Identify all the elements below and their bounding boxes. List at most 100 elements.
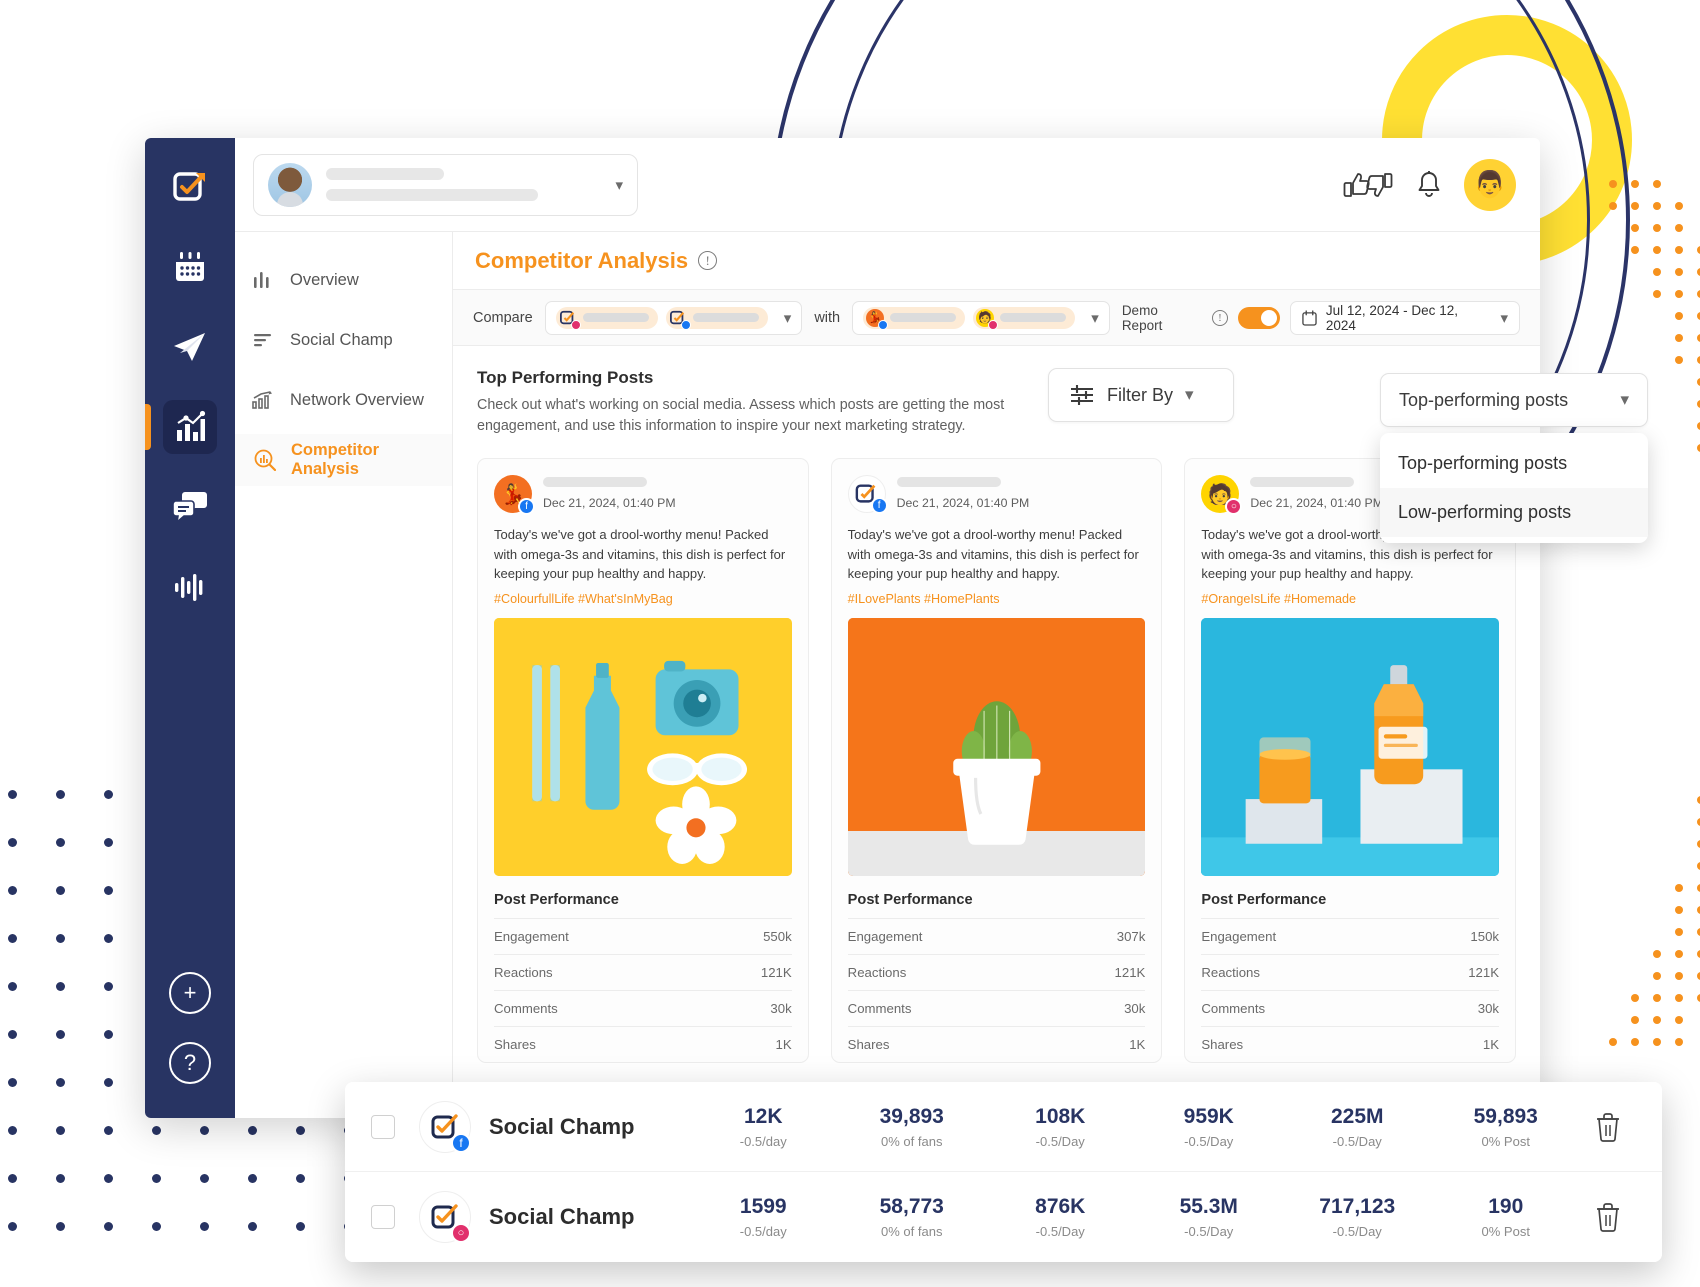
metric-sub: -0.5/Day bbox=[1184, 1133, 1234, 1149]
paper-plane-icon[interactable] bbox=[163, 320, 217, 374]
post-hashtags: #OrangeIsLife #Homemade bbox=[1201, 591, 1357, 606]
notification-bell-icon[interactable] bbox=[1416, 170, 1442, 200]
compare-left-select[interactable]: ▾ bbox=[544, 300, 803, 335]
instagram-badge-icon bbox=[570, 319, 581, 330]
sidebar-item-overview[interactable]: Overview bbox=[235, 254, 452, 306]
table-row[interactable]: f Social Champ 12K -0.5/day 39,893 0% of… bbox=[345, 1082, 1662, 1172]
add-button[interactable]: + bbox=[169, 972, 211, 1014]
metric-value: 55.3M bbox=[1179, 1195, 1238, 1218]
sort-option-low-performing[interactable]: Low-performing posts bbox=[1380, 488, 1648, 537]
account-selector[interactable]: ▾ bbox=[253, 153, 638, 216]
metric-value: 58,773 bbox=[879, 1195, 944, 1218]
competitor-chip[interactable] bbox=[665, 306, 768, 330]
filter-sliders-icon bbox=[1071, 385, 1093, 405]
chip-avatar: 🧑 bbox=[976, 308, 999, 330]
chip-name-placeholder bbox=[890, 313, 957, 322]
primary-icon-rail: + ? bbox=[145, 138, 235, 1118]
chevron-down-icon: ▾ bbox=[1620, 390, 1629, 409]
post-performance-title: Post Performance bbox=[1201, 891, 1327, 908]
post-date: Dec 21, 2024, 01:40 PM bbox=[896, 495, 1030, 510]
audio-waveform-icon[interactable] bbox=[163, 560, 217, 614]
metric-label: Reactions bbox=[494, 964, 553, 980]
metric-value: 1599 bbox=[739, 1195, 787, 1218]
metric-cell: 12K -0.5/day bbox=[689, 1105, 838, 1149]
chip-name-placeholder bbox=[692, 313, 759, 322]
info-icon[interactable]: ! bbox=[1211, 309, 1228, 326]
post-header: f Dec 21, 2024, 01:40 PM bbox=[847, 475, 1146, 515]
metric-label: Comments bbox=[1201, 1000, 1266, 1016]
info-icon[interactable]: ! bbox=[698, 251, 718, 270]
post-header: 💃 f Dec 21, 2024, 01:40 PM bbox=[494, 475, 792, 516]
metric-sub: -0.5/Day bbox=[1035, 1133, 1085, 1149]
section-header: Top Performing Posts Check out what's wo… bbox=[477, 368, 1516, 436]
demo-report-control: Demo Report ! Jul 12, 2024 - Dec 12, 202… bbox=[1122, 300, 1520, 335]
thumbs-up-down-icon[interactable] bbox=[1342, 171, 1394, 199]
metric-sub: -0.5/day bbox=[739, 1224, 787, 1239]
chip-avatar bbox=[559, 309, 581, 330]
metric-value: 1K bbox=[775, 1036, 792, 1052]
post-image bbox=[494, 617, 792, 876]
sort-selected-value: Top-performing posts bbox=[1399, 389, 1569, 410]
main-body: Top Performing Posts Check out what's wo… bbox=[453, 346, 1540, 1118]
analytics-chart-icon[interactable] bbox=[145, 400, 217, 454]
help-button[interactable]: ? bbox=[169, 1042, 211, 1084]
date-range-picker[interactable]: Jul 12, 2024 - Dec 12, 2024 ▾ bbox=[1289, 300, 1520, 335]
metric-row: Shares 1K bbox=[847, 1025, 1146, 1062]
post-text: Today's we've got a drool-worthy menu! P… bbox=[494, 527, 786, 582]
calendar-icon[interactable] bbox=[163, 240, 217, 294]
post-meta: Dec 21, 2024, 01:40 PM bbox=[543, 476, 792, 512]
metric-value: 876K bbox=[1035, 1195, 1086, 1218]
sidebar-item-social-champ[interactable]: Social Champ bbox=[235, 314, 452, 366]
competitor-chip[interactable]: 🧑 bbox=[973, 306, 1076, 330]
sidebar-item-network-overview[interactable]: Network Overview bbox=[235, 374, 452, 426]
top-bar-actions: 👨 bbox=[1342, 158, 1516, 211]
metric-label: Comments bbox=[847, 1000, 912, 1016]
section-description: Check out what's working on social media… bbox=[477, 397, 1005, 434]
sidebar-item-competitor-analysis[interactable]: Competitor Analysis bbox=[235, 434, 452, 486]
metric-sub: -0.5/Day bbox=[1332, 1224, 1382, 1239]
user-avatar[interactable]: 👨 bbox=[1464, 158, 1516, 211]
sort-dropdown-button[interactable]: Top-performing posts ▾ bbox=[1380, 373, 1648, 427]
competitor-comparison-table: f Social Champ 12K -0.5/day 39,893 0% of… bbox=[345, 1082, 1662, 1262]
metric-value: 108K bbox=[1035, 1104, 1086, 1128]
post-card[interactable]: 🧑 ○ Dec 21, 2024, 01:40 PM Today's we've… bbox=[1184, 458, 1517, 1063]
compare-right-select[interactable]: 💃 🧑 ▾ bbox=[852, 300, 1110, 335]
table-row[interactable]: ○ Social Champ 1599 -0.5/day 58,773 0% o… bbox=[345, 1172, 1662, 1262]
metric-cell: 59,893 0% Post bbox=[1432, 1105, 1581, 1149]
metric-row: Reactions 121K bbox=[494, 953, 792, 990]
post-meta: Dec 21, 2024, 01:40 PM bbox=[896, 476, 1146, 512]
post-author-placeholder bbox=[1250, 476, 1355, 487]
post-hashtags: #ColourfullLife #What'sInMyBag bbox=[494, 591, 673, 606]
demo-report-toggle[interactable] bbox=[1237, 306, 1280, 329]
metric-cell: 108K -0.5/Day bbox=[986, 1105, 1135, 1149]
post-date: Dec 21, 2024, 01:40 PM bbox=[543, 495, 676, 510]
chat-bubbles-icon[interactable] bbox=[163, 480, 217, 534]
chip-name-placeholder bbox=[582, 313, 649, 322]
row-checkbox[interactable] bbox=[371, 1205, 395, 1229]
metric-value: 190 bbox=[1488, 1195, 1524, 1218]
metric-label: Reactions bbox=[1201, 964, 1260, 980]
post-card[interactable]: f Dec 21, 2024, 01:40 PM Today's we've g… bbox=[830, 458, 1163, 1063]
row-metrics: 12K -0.5/day 39,893 0% of fans 108K -0.5… bbox=[689, 1105, 1580, 1149]
post-card[interactable]: 💃 f Dec 21, 2024, 01:40 PM Today's we've… bbox=[477, 458, 809, 1063]
row-metrics: 1599 -0.5/day 58,773 0% of fans 876K -0.… bbox=[689, 1195, 1580, 1239]
metric-sub: -0.5/day bbox=[739, 1133, 787, 1149]
sort-option-top-performing[interactable]: Top-performing posts bbox=[1380, 439, 1648, 488]
trash-icon[interactable] bbox=[1580, 1112, 1636, 1142]
metric-cell: 876K -0.5/Day bbox=[986, 1195, 1135, 1239]
trash-icon[interactable] bbox=[1580, 1202, 1636, 1232]
metric-cell: 39,893 0% of fans bbox=[838, 1105, 987, 1149]
content-column: ▾ 👨 Overview Social Champ Network Overvi… bbox=[235, 138, 1540, 1118]
compose-check-icon[interactable] bbox=[163, 160, 217, 214]
filter-by-button[interactable]: Filter By ▾ bbox=[1048, 368, 1234, 422]
row-checkbox[interactable] bbox=[371, 1114, 395, 1139]
competitor-chip[interactable]: 💃 bbox=[863, 306, 966, 330]
metric-sub: 0% Post bbox=[1481, 1224, 1530, 1239]
metric-row: Shares 1K bbox=[494, 1025, 792, 1062]
metric-value: 225M bbox=[1330, 1104, 1384, 1128]
metric-value: 550k bbox=[763, 928, 792, 944]
app-window: + ? ▾ 👨 Overview Social Champ Network Ov… bbox=[145, 138, 1540, 1118]
section-title: Top Performing Posts bbox=[477, 368, 654, 387]
metric-row: Reactions 121K bbox=[847, 953, 1146, 990]
competitor-chip[interactable] bbox=[555, 306, 658, 330]
